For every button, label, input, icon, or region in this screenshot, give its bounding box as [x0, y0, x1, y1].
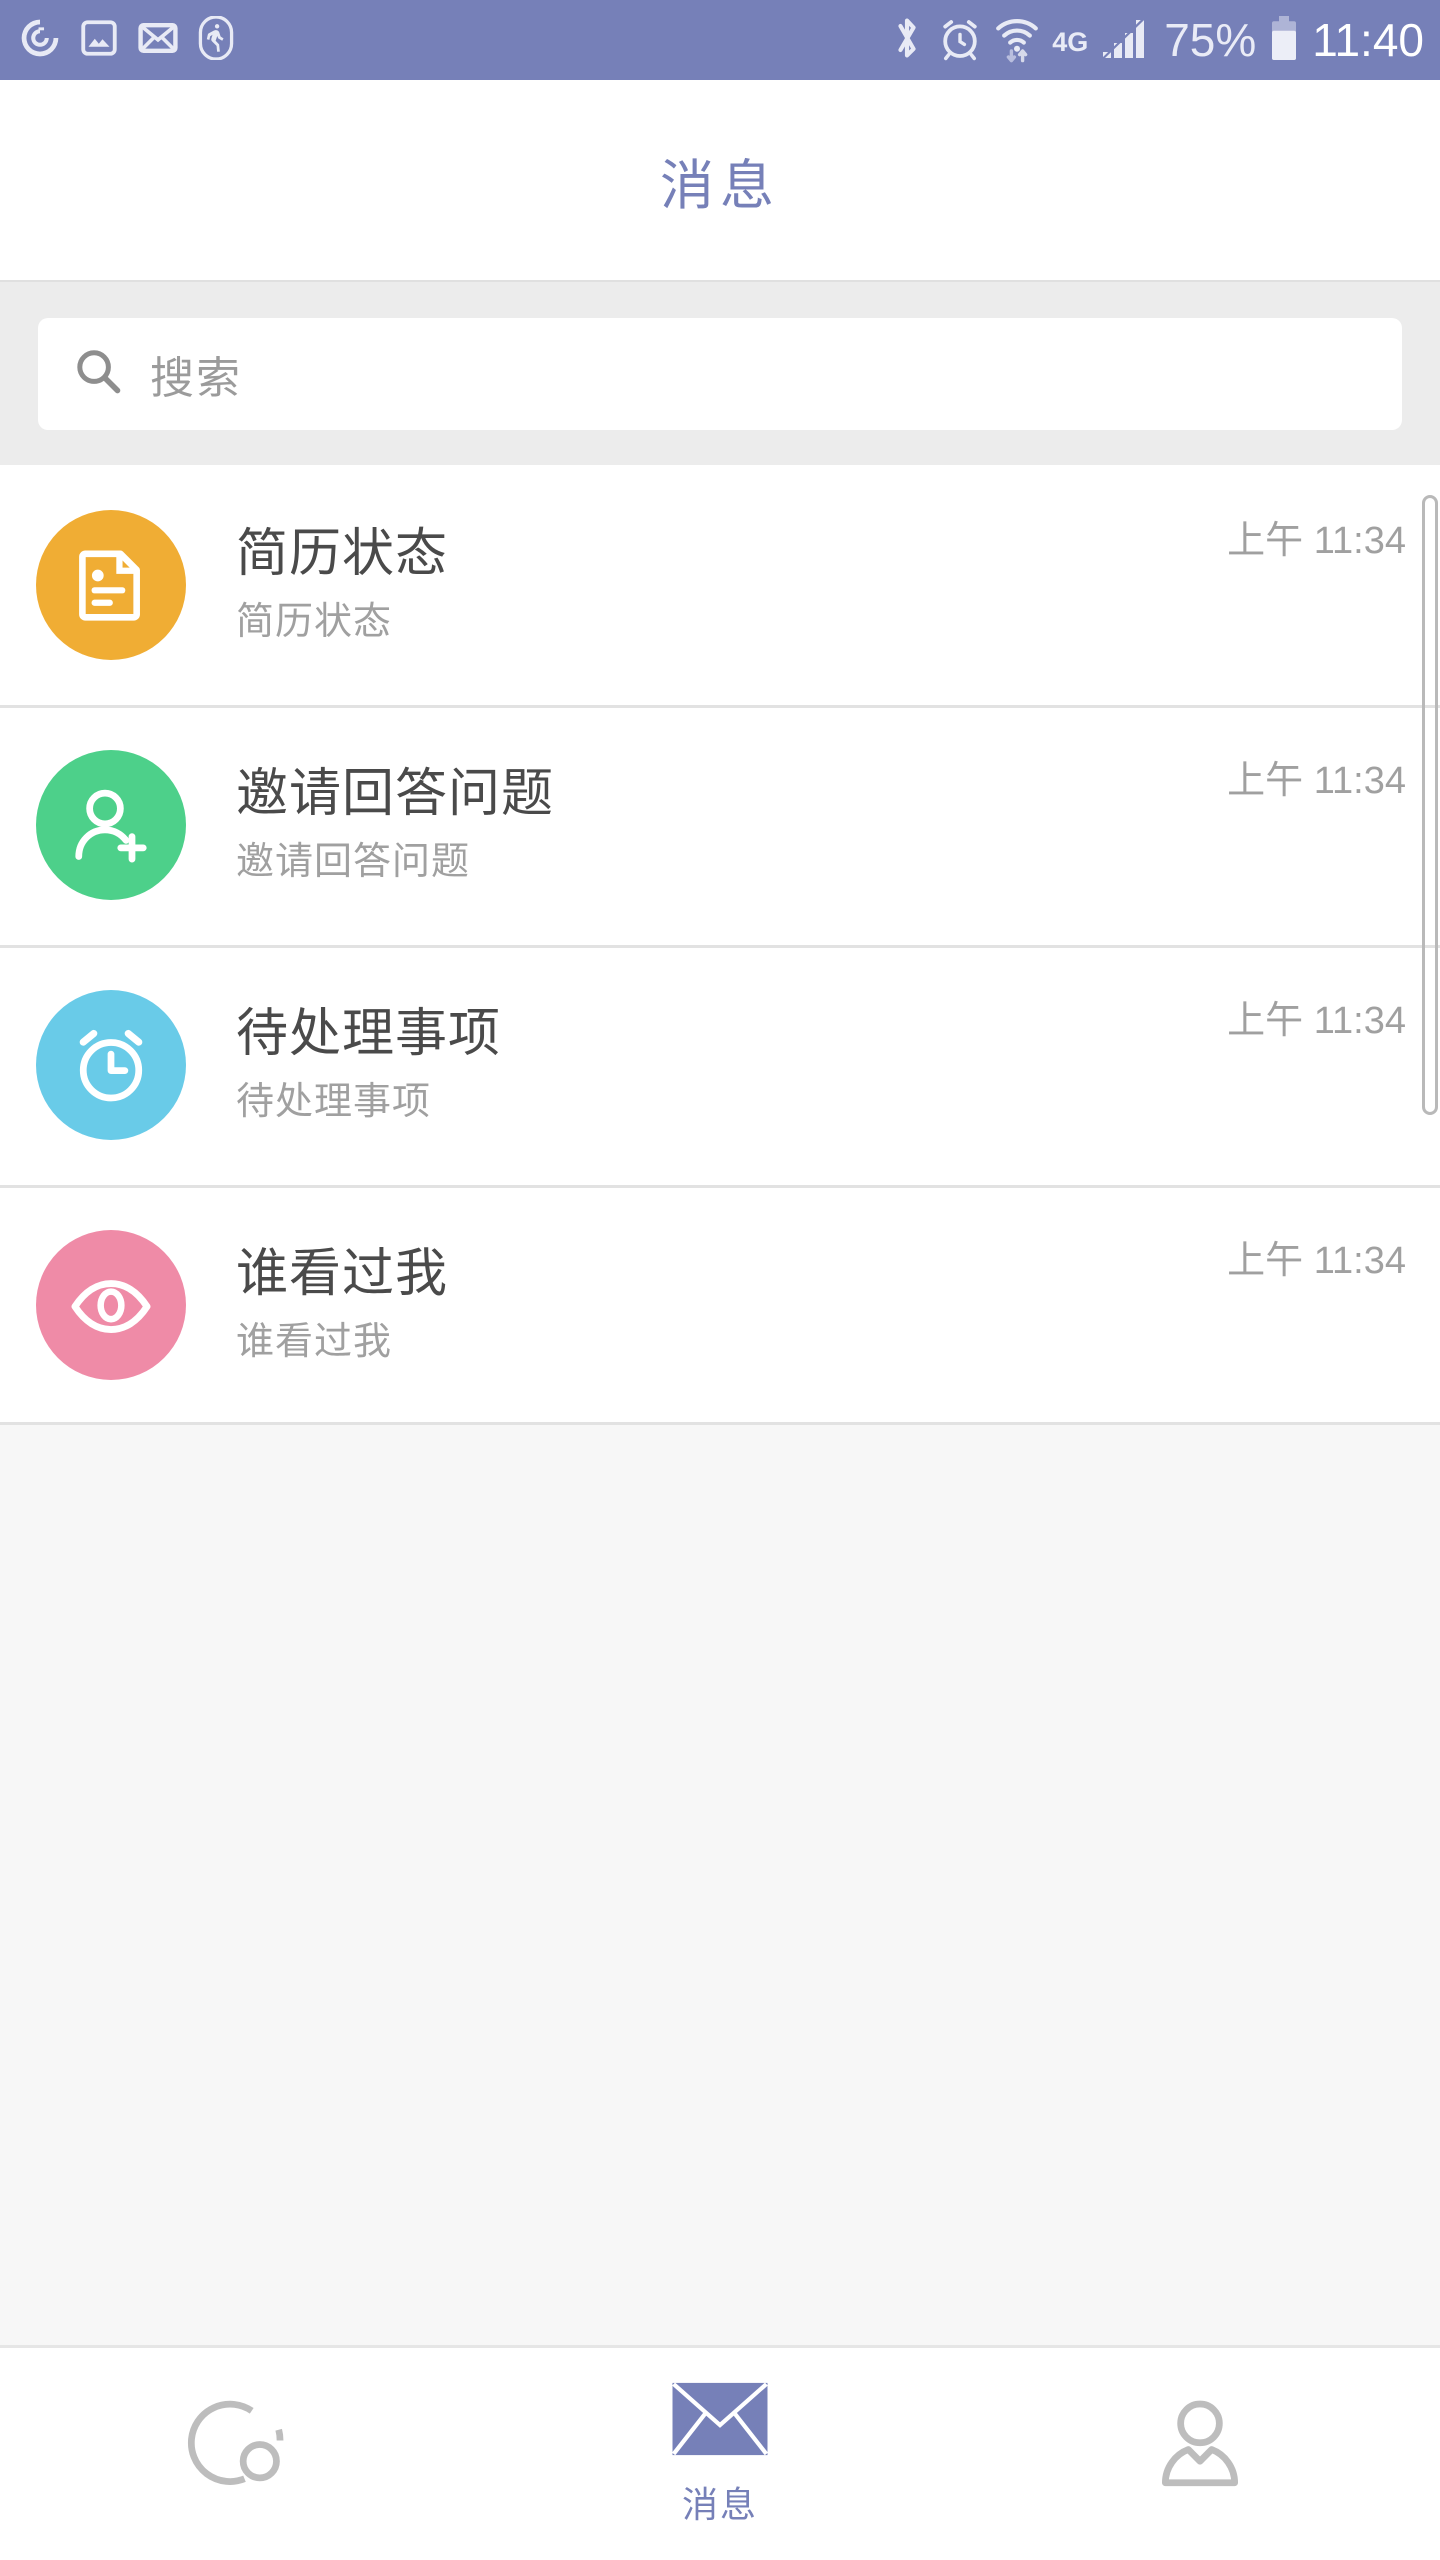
person-add-icon — [75, 789, 147, 863]
list-item-time: 上午 11:34 — [1227, 760, 1406, 802]
avatar — [36, 1230, 186, 1380]
list-item-text: 简历状态 简历状态 — [186, 527, 1227, 643]
battery-icon — [1269, 14, 1299, 67]
list-item-text: 邀请回答问题 邀请回答问题 — [186, 767, 1227, 883]
list-item[interactable]: 简历状态 简历状态 上午 11:34 — [0, 465, 1440, 705]
list-item-time: 上午 11:34 — [1227, 520, 1406, 562]
wifi-icon — [995, 13, 1039, 68]
nav-item-messages[interactable]: 消息 — [480, 2348, 960, 2560]
status-bar: 4G 75% 11:40 — [0, 0, 1440, 80]
search-section: 搜索 — [0, 280, 1440, 465]
screenshot-icon — [78, 17, 120, 64]
nav-item-discover[interactable] — [0, 2348, 480, 2560]
page-header: 消息 — [0, 80, 1440, 280]
list-item[interactable]: 待处理事项 待处理事项 上午 11:34 — [0, 945, 1440, 1185]
list-item-text: 待处理事项 待处理事项 — [186, 1007, 1227, 1123]
network-type-label: 4G — [1052, 26, 1089, 57]
envelope-icon — [670, 2381, 770, 2462]
list-item-time: 上午 11:34 — [1227, 1240, 1406, 1282]
nav-label-messages: 消息 — [681, 2483, 758, 2525]
status-bar-right-indicators: 4G 75% 11:40 — [889, 13, 1424, 68]
search-icon — [72, 345, 124, 402]
profile-icon — [1146, 2391, 1254, 2504]
list-item-subtitle: 邀请回答问题 — [236, 841, 471, 884]
battery-percent-label: 75% — [1164, 14, 1257, 66]
pedometer-icon — [196, 14, 236, 65]
discover-icon — [186, 2391, 294, 2504]
avatar — [36, 990, 186, 1140]
message-list: 简历状态 简历状态 上午 11:34 邀请回答问题 邀请回答问题 上午 11:3… — [0, 465, 1440, 1425]
list-item[interactable]: 谁看过我 谁看过我 上午 11:34 — [0, 1185, 1440, 1425]
list-item-text: 谁看过我 谁看过我 — [186, 1247, 1227, 1363]
bluetooth-icon — [889, 14, 925, 67]
avatar — [36, 750, 186, 900]
page-title: 消息 — [660, 155, 780, 216]
list-item-subtitle: 谁看过我 — [236, 1321, 393, 1364]
list-item-subtitle: 简历状态 — [236, 601, 393, 644]
list-item-title: 简历状态 — [236, 524, 449, 583]
bottom-navigation: 消息 — [0, 2345, 1440, 2560]
empty-area — [0, 1425, 1440, 2345]
app-screen: 4G 75% 11:40 消息 搜索 简历状态 简历状态 上午 11:34 邀请… — [0, 0, 1440, 2560]
alarm-clock-icon — [79, 1029, 143, 1102]
signal-bars-icon — [1101, 13, 1151, 65]
list-item-time: 上午 11:34 — [1227, 1000, 1406, 1042]
avatar — [36, 510, 186, 660]
status-bar-left-icons — [18, 14, 236, 65]
list-item[interactable]: 邀请回答问题 邀请回答问题 上午 11:34 — [0, 705, 1440, 945]
alarm-icon — [938, 15, 982, 66]
search-input[interactable]: 搜索 — [38, 317, 1402, 430]
list-item-subtitle: 待处理事项 — [236, 1081, 432, 1124]
document-icon — [79, 550, 140, 621]
nav-item-profile[interactable] — [960, 2348, 1440, 2560]
eye-icon — [71, 1280, 151, 1333]
list-item-title: 邀请回答问题 — [236, 764, 555, 823]
sync-icon — [18, 16, 62, 65]
list-item-title: 待处理事项 — [236, 1004, 502, 1063]
mail-icon — [136, 16, 180, 65]
status-clock: 11:40 — [1312, 14, 1424, 66]
list-item-title: 谁看过我 — [236, 1244, 449, 1303]
search-placeholder: 搜索 — [150, 353, 242, 403]
